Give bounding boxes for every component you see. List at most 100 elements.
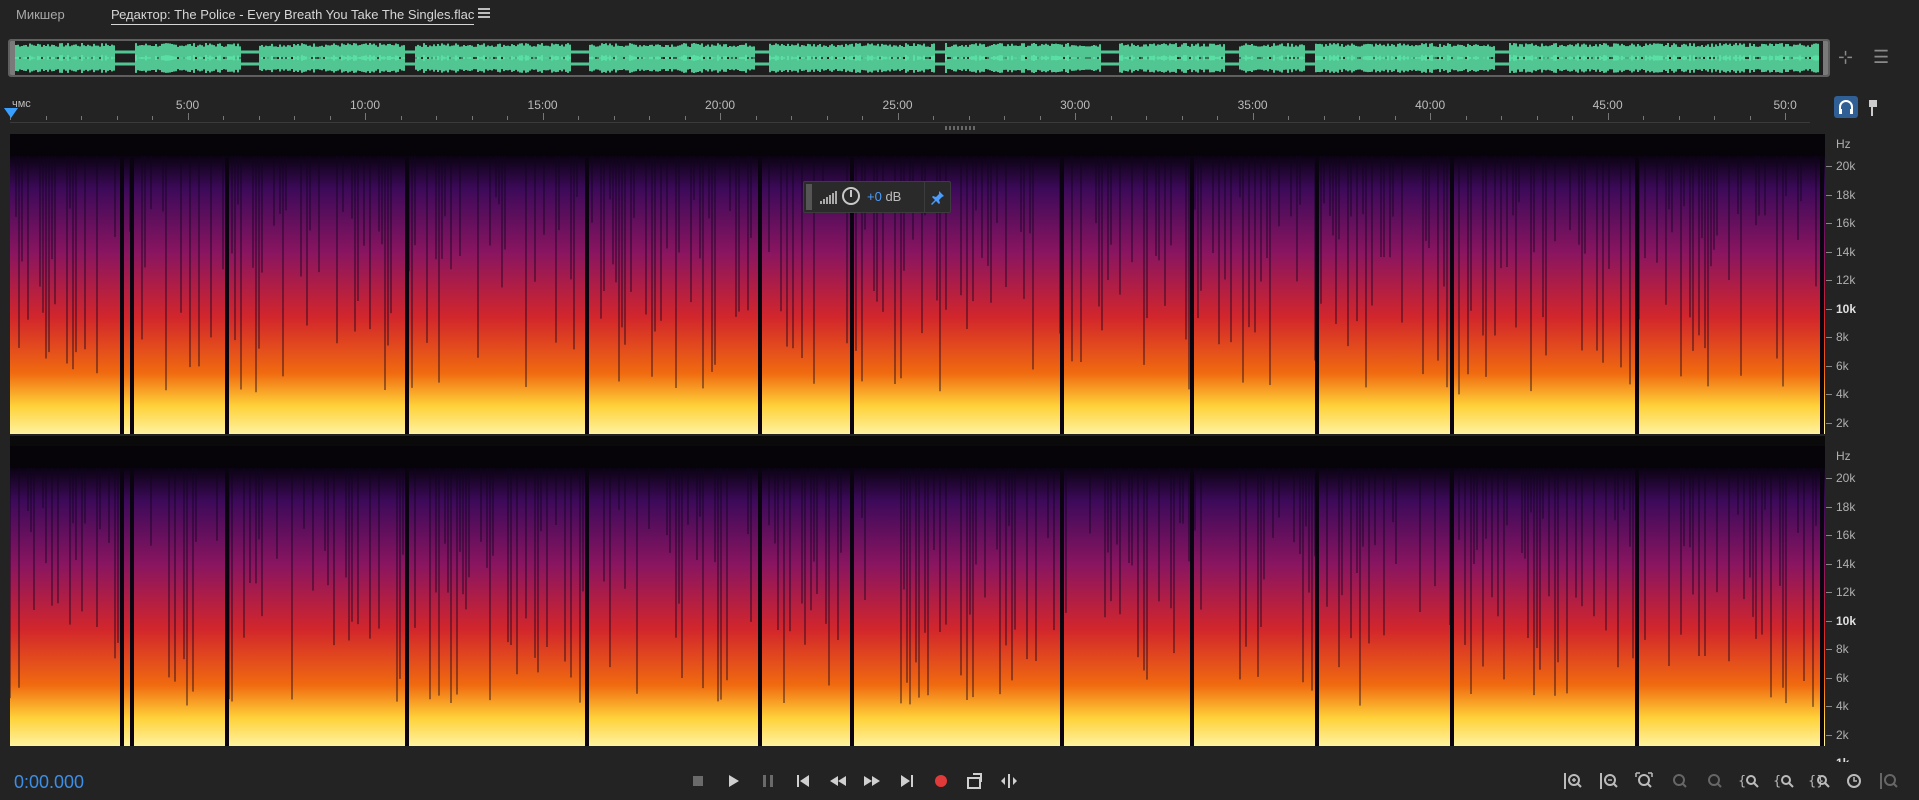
spectrogram-left-graphic [10, 134, 1825, 434]
frequency-scale-left: Hz 20k18k16k14k12k10k8k6k4k2k1k [1826, 134, 1919, 457]
spectrogram-gap [585, 156, 589, 434]
ruler-divider [10, 122, 1810, 123]
timeline-ruler[interactable]: чмс 5:00 10:00 15:00 20:00 25:00 30:00 35:00 40… [10, 96, 1810, 122]
marker-icon[interactable] [1862, 96, 1886, 118]
zoom-history-icon[interactable] [1843, 770, 1865, 792]
svg-text:{: { [1773, 774, 1781, 789]
go-to-end-button[interactable] [896, 770, 918, 792]
freq-label: 18k [1836, 499, 1856, 514]
freq-label: 6k [1836, 670, 1849, 685]
spectrogram-gap [405, 156, 409, 434]
loop-icon[interactable] [998, 770, 1020, 792]
ruler-tick [1501, 116, 1503, 120]
frequency-scale-right: Hz 20k18k16k14k12k10k8k6k4k2k1k [1826, 446, 1919, 769]
freq-label: 4k [1836, 699, 1849, 713]
spectrogram-gap [1190, 468, 1194, 746]
freq-label: 18k [1836, 187, 1856, 202]
overview-handle-right[interactable] [1823, 41, 1828, 75]
freq-label: 16k [1836, 528, 1856, 542]
playhead-marker[interactable] [4, 108, 18, 118]
ruler-tick [258, 116, 260, 120]
freq-tick [1826, 337, 1832, 338]
stop-button[interactable] [687, 770, 709, 792]
zoom-to-selection-icon[interactable] [1668, 770, 1690, 792]
zoom-out-time-icon[interactable]: { [1773, 770, 1795, 792]
go-to-start-button[interactable] [792, 770, 814, 792]
freq-tick [1826, 422, 1832, 424]
freq-tick [1826, 620, 1832, 622]
freq-label: 8k [1836, 330, 1849, 344]
freq-label: 2k [1836, 727, 1849, 742]
ruler-tick [45, 116, 47, 120]
tab-menu-icon[interactable] [478, 8, 490, 20]
ruler-tick [294, 116, 296, 120]
current-time[interactable]: 0:00.000 [14, 772, 84, 793]
tab-mixer[interactable]: Микшер [16, 6, 65, 24]
spectrogram-gap [405, 468, 409, 746]
zoom-in-amplitude-icon[interactable] [1562, 770, 1584, 792]
ruler-tick [329, 116, 331, 120]
ruler-tick [578, 116, 580, 120]
volume-knob[interactable] [842, 187, 860, 205]
fast-forward-button[interactable] [861, 770, 883, 792]
spectrogram-gap [130, 468, 134, 746]
volume-readout[interactable]: +0 dB [867, 189, 901, 204]
freq-tick [1826, 223, 1832, 224]
spectrogram-gap [1635, 156, 1639, 434]
ruler-tick [542, 113, 544, 120]
spectrogram-gap [1450, 156, 1454, 434]
ruler-label: 50:0 [1773, 98, 1797, 112]
ruler-tick [826, 116, 828, 120]
hud-drag-handle[interactable] [806, 184, 812, 210]
freq-unit: Hz [1836, 449, 1851, 463]
spectrogram-channel-right[interactable] [10, 446, 1825, 746]
ruler-label: 20:00 [705, 98, 736, 112]
freq-tick [1826, 194, 1832, 196]
freq-tick [1826, 478, 1832, 479]
spectrogram-gap [1635, 468, 1639, 746]
pin-icon[interactable] [930, 189, 946, 205]
ruler-label: 45:00 [1592, 98, 1623, 112]
freq-label: 16k [1836, 216, 1856, 230]
list-view-icon[interactable]: ☰ [1873, 46, 1889, 68]
freq-label: 14k [1836, 556, 1856, 571]
freq-tick [1826, 308, 1832, 310]
spectrogram-gap [1060, 156, 1064, 434]
overview-handle-left[interactable] [10, 41, 15, 75]
ruler-label: 30:00 [1060, 98, 1091, 112]
vertical-scroll-grip[interactable] [945, 126, 975, 130]
headphone-icon[interactable] [1834, 96, 1858, 118]
ruler-tick [1217, 116, 1219, 120]
zoom-full-time-icon[interactable]: {} [1808, 770, 1830, 792]
play-button[interactable] [722, 770, 744, 792]
tab-editor[interactable]: Редактор: The Police - Every Breath You … [111, 6, 475, 25]
ruler-tick [1252, 113, 1254, 120]
spectrogram-channel-left[interactable] [10, 134, 1825, 434]
volume-unit: dB [885, 189, 902, 204]
zoom-in-time-icon[interactable]: { [1738, 770, 1760, 792]
freq-label: 6k [1836, 358, 1849, 373]
pause-button[interactable] [757, 770, 779, 792]
zoom-selection-edge-icon[interactable] [1703, 770, 1725, 792]
ruler-label: 5:00 [175, 98, 200, 112]
ruler-tick [684, 116, 686, 120]
freq-tick [1826, 734, 1832, 736]
spectrogram-gap [758, 468, 762, 746]
spectrogram-gap [130, 156, 134, 434]
record-button[interactable] [930, 770, 952, 792]
spectrogram-gap [1315, 468, 1319, 746]
spectrogram-gap [1820, 156, 1824, 434]
zoom-out-amplitude-icon[interactable] [1598, 770, 1620, 792]
zoom-out-full-icon[interactable] [1878, 770, 1900, 792]
ruler-tick [1146, 116, 1148, 120]
overview-waveform[interactable] [8, 39, 1830, 77]
ruler-tick [1394, 116, 1396, 120]
ruler-tick [1110, 116, 1112, 120]
ruler-tick [1004, 116, 1006, 120]
ruler-tick [1288, 116, 1290, 120]
rewind-button[interactable] [827, 770, 849, 792]
zoom-reset-icon[interactable] [1633, 770, 1655, 792]
zoom-navigator-icon[interactable]: ⊹ [1838, 46, 1853, 68]
freq-tick [1826, 563, 1832, 565]
skip-selection-icon[interactable] [964, 770, 986, 792]
